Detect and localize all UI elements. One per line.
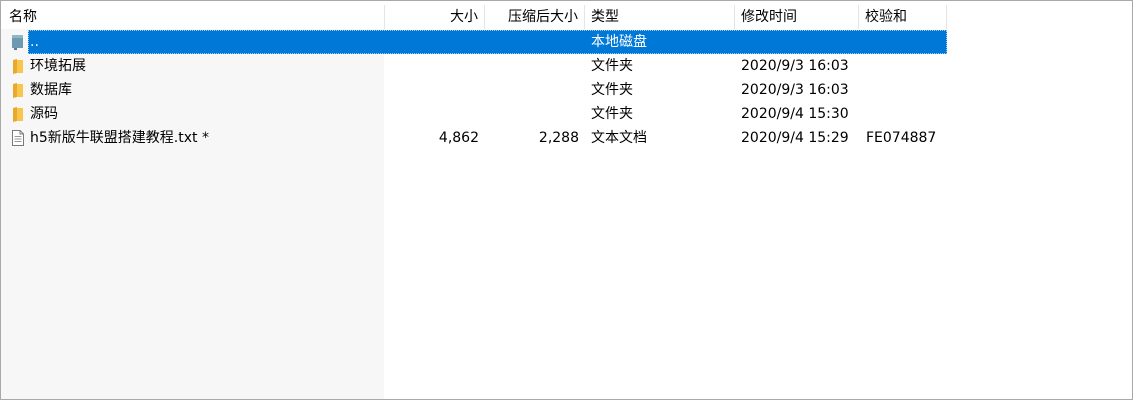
file-type: 文本文档 [591, 130, 647, 146]
file-size [385, 78, 479, 102]
header-modified[interactable]: 修改时间 [735, 5, 859, 29]
file-type: 本地磁盘 [591, 34, 647, 50]
file-name: .. [30, 34, 39, 50]
file-packed-size [485, 30, 579, 54]
file-checksum [866, 30, 946, 54]
folder-icon [13, 107, 23, 122]
list-item-folder[interactable]: 环境拓展 文件夹 2020/9/3 16:03 [1, 54, 947, 78]
file-type: 文件夹 [591, 106, 633, 122]
file-checksum: FE074887 [866, 130, 937, 146]
file-packed-size [485, 54, 579, 78]
drive-up-icon [12, 35, 23, 50]
file-checksum [866, 54, 946, 78]
header-size[interactable]: 大小 [385, 5, 485, 29]
folder-icon [13, 59, 23, 74]
file-modified: 2020/9/3 16:03 [741, 82, 849, 98]
list-item-folder[interactable]: 数据库 文件夹 2020/9/3 16:03 [1, 78, 947, 102]
file-packed-size: 2,288 [538, 130, 579, 146]
header-checksum[interactable]: 校验和 [859, 5, 947, 29]
file-name: h5新版牛联盟搭建教程.txt * [30, 130, 209, 146]
file-modified: 2020/9/3 16:03 [741, 58, 849, 74]
list-item-file[interactable]: h5新版牛联盟搭建教程.txt * 4,862 2,288 文本文档 2020/… [1, 126, 947, 150]
header-modified-label: 修改时间 [741, 9, 797, 25]
header-checksum-label: 校验和 [865, 9, 907, 25]
list-item-folder[interactable]: 源码 文件夹 2020/9/4 15:30 [1, 102, 947, 126]
list-item-parent[interactable]: .. 本地磁盘 [1, 30, 947, 54]
header-name-label: 名称 [9, 9, 37, 25]
file-modified: 2020/9/4 15:29 [741, 130, 849, 146]
header-name[interactable]: 名称 ^ [1, 5, 385, 29]
file-name: 源码 [30, 106, 58, 122]
file-packed-size [485, 102, 579, 126]
header-packed-size[interactable]: 压缩后大小 [485, 5, 585, 29]
file-checksum [866, 78, 946, 102]
file-size [385, 54, 479, 78]
file-name: 环境拓展 [30, 58, 86, 74]
file-packed-size [485, 78, 579, 102]
file-type: 文件夹 [591, 58, 633, 74]
header-type-label: 类型 [591, 9, 619, 25]
file-size [385, 30, 479, 54]
folder-icon [13, 83, 23, 98]
file-name: 数据库 [30, 82, 72, 98]
column-header-bar: 名称 ^ 大小 压缩后大小 类型 修改时间 校验和 [1, 5, 947, 29]
sort-ascending-icon: ^ [187, 5, 195, 11]
file-modified [741, 30, 857, 54]
header-packed-size-label: 压缩后大小 [508, 9, 578, 25]
text-file-icon [12, 130, 24, 146]
file-list-panel: 名称 ^ 大小 压缩后大小 类型 修改时间 校验和 .. [0, 0, 1133, 400]
file-type: 文件夹 [591, 82, 633, 98]
file-modified: 2020/9/4 15:30 [741, 106, 849, 122]
file-size [385, 102, 479, 126]
header-size-label: 大小 [450, 9, 478, 25]
file-size: 4,862 [438, 130, 479, 146]
file-checksum [866, 102, 946, 126]
header-type[interactable]: 类型 [585, 5, 735, 29]
